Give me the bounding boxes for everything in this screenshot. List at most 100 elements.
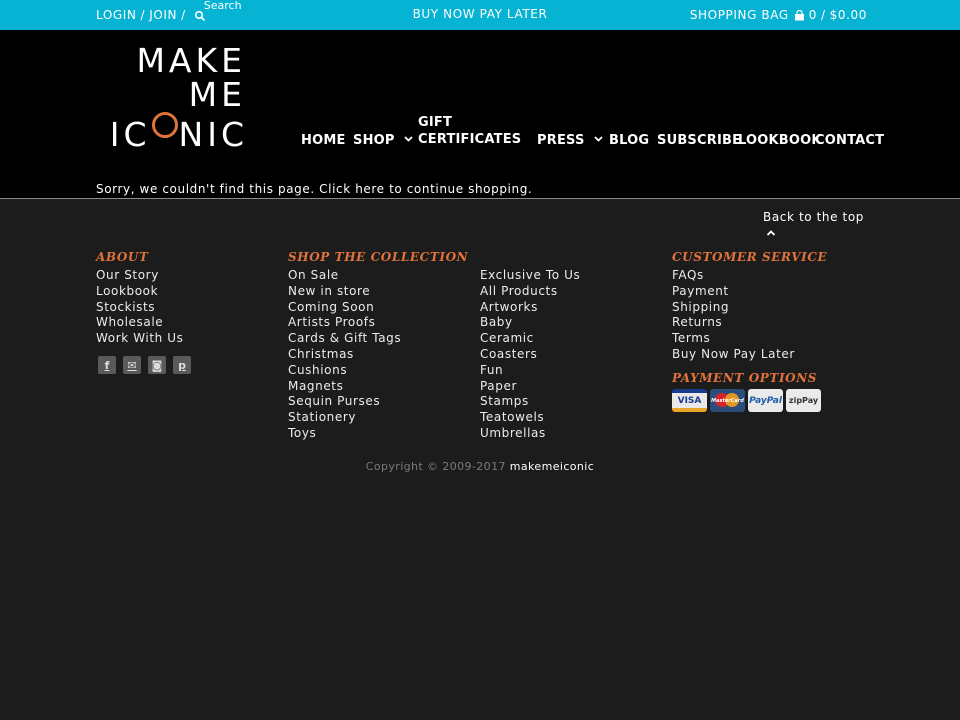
shop-collection-link[interactable]: Christmas [288, 347, 354, 361]
shop-collection-link[interactable]: Exclusive To Us [480, 268, 580, 282]
shop-collection-link[interactable]: On Sale [288, 268, 339, 282]
mastercard-icon: MasterCard [710, 389, 745, 412]
shop-collection-link[interactable]: Cushions [288, 363, 347, 377]
list-item: Sequin Purses [288, 392, 401, 408]
customer-service-link[interactable]: Terms [672, 331, 710, 345]
visa-card-icon: VISA [672, 389, 707, 412]
mastercard-label: MasterCard [711, 397, 744, 404]
shop-collection-link[interactable]: Teatowels [480, 410, 544, 424]
shop-collection-link[interactable]: Stationery [288, 410, 356, 424]
nav-home[interactable]: HOME [301, 132, 346, 149]
nav-gift-certificates[interactable]: GIFT CERTIFICATES [418, 114, 521, 148]
not-found-text-after: to continue shopping. [384, 182, 533, 196]
chevron-down-icon [404, 136, 413, 142]
main-nav: HOME SHOP GIFT CERTIFICATES PRESS BLOG S… [0, 30, 960, 198]
bag-icon[interactable] [794, 9, 805, 21]
email-icon[interactable]: ✉ [123, 356, 141, 374]
shop-collection-link[interactable]: New in store [288, 284, 370, 298]
nav-gift-line-1: GIFT [418, 115, 453, 130]
shop-links-col-1: On Sale New in store Coming Soon Artists Pr… [288, 266, 401, 440]
chevron-up-icon[interactable] [766, 229, 776, 237]
shop-collection-link[interactable]: Cards & Gift Tags [288, 331, 401, 345]
shop-collection-link[interactable]: Stamps [480, 394, 529, 408]
payment-options: VISA MasterCard PayPal zipPay [672, 389, 821, 412]
about-heading: ABOUT [96, 250, 149, 264]
list-item: Artists Proofs [288, 313, 401, 329]
list-item: Stockists [96, 298, 184, 314]
shop-collection-link[interactable]: Coasters [480, 347, 537, 361]
shop-collection-link[interactable]: Umbrellas [480, 426, 546, 440]
shop-collection-link[interactable]: All Products [480, 284, 558, 298]
list-item: Umbrellas [480, 424, 580, 440]
shop-collection-link[interactable]: Magnets [288, 379, 343, 393]
separator: / [820, 8, 826, 22]
list-item: Teatowels [480, 408, 580, 424]
shop-collection-link[interactable]: Sequin Purses [288, 394, 380, 408]
shop-collection-link[interactable]: Artworks [480, 300, 538, 314]
shop-collection-link[interactable]: Ceramic [480, 331, 534, 345]
shop-collection-link[interactable]: Baby [480, 315, 513, 329]
nav-lookbook[interactable]: LOOKBOOK [738, 132, 822, 149]
shopping-bag-link[interactable]: SHOPPING BAG [690, 8, 789, 22]
list-item: Lookbook [96, 282, 184, 298]
list-item: Shipping [672, 298, 795, 314]
nav-shop-label: SHOP [353, 133, 395, 148]
zippay-icon: zipPay [786, 389, 821, 412]
shop-collection-link[interactable]: Coming Soon [288, 300, 374, 314]
not-found-text-before: Sorry, we couldn't find this page. Click [96, 182, 356, 196]
nav-blog[interactable]: BLOG [609, 132, 649, 149]
nav-press-label: PRESS [537, 133, 585, 148]
about-link[interactable]: Our Story [96, 268, 159, 282]
back-to-top-link[interactable]: Back to the top [763, 210, 864, 224]
social-links: f ✉ ◙ p [98, 356, 191, 374]
about-link[interactable]: Lookbook [96, 284, 158, 298]
nav-gift-line-2: CERTIFICATES [418, 132, 522, 147]
list-item: Our Story [96, 266, 184, 282]
customer-service-link[interactable]: Buy Now Pay Later [672, 347, 795, 361]
shopping-bag: SHOPPING BAG 0 / $0.00 [690, 8, 867, 22]
list-item: New in store [288, 282, 401, 298]
about-links: Our Story Lookbook Stockists Wholesale Work … [96, 266, 184, 345]
customer-service-link[interactable]: Returns [672, 315, 722, 329]
continue-shopping-link[interactable]: here [355, 182, 384, 196]
list-item: Wholesale [96, 313, 184, 329]
nav-shop[interactable]: SHOP [353, 132, 413, 149]
paypal-icon: PayPal [748, 389, 783, 412]
list-item: Artworks [480, 298, 580, 314]
shop-collection-link[interactable]: Toys [288, 426, 316, 440]
shop-links-col-2: Exclusive To Us All Products Artworks Baby C… [480, 266, 580, 440]
instagram-icon[interactable]: ◙ [148, 356, 166, 374]
customer-service-link[interactable]: Shipping [672, 300, 729, 314]
facebook-icon[interactable]: f [98, 356, 116, 374]
top-bar: LOGIN / JOIN / BUY NOW PAY LATER SHOPPIN… [0, 0, 960, 30]
list-item: All Products [480, 282, 580, 298]
buy-now-pay-later-link[interactable]: BUY NOW PAY LATER [413, 7, 548, 21]
pinterest-icon[interactable]: p [173, 356, 191, 374]
shop-collection-link[interactable]: Paper [480, 379, 517, 393]
shop-collection-heading: SHOP THE COLLECTION [288, 250, 469, 264]
nav-press[interactable]: PRESS [537, 132, 603, 149]
list-item: On Sale [288, 266, 401, 282]
nav-subscribe[interactable]: SUBSCRIBE [657, 132, 741, 149]
customer-service-link[interactable]: FAQs [672, 268, 704, 282]
copyright-text: Copyright © 2009-2017 [365, 460, 506, 473]
list-item: Cushions [288, 361, 401, 377]
list-item: Paper [480, 377, 580, 393]
about-link[interactable]: Wholesale [96, 315, 163, 329]
list-item: Terms [672, 329, 795, 345]
customer-service-heading: CUSTOMER SERVICE [672, 250, 828, 264]
divider [0, 198, 960, 199]
about-link[interactable]: Work With Us [96, 331, 184, 345]
not-found-message: Sorry, we couldn't find this page. Click… [96, 182, 532, 196]
shop-collection-link[interactable]: Fun [480, 363, 503, 377]
list-item: Toys [288, 424, 401, 440]
list-item: Stamps [480, 392, 580, 408]
customer-service-link[interactable]: Payment [672, 284, 729, 298]
brand-link[interactable]: makemeiconic [510, 460, 594, 473]
list-item: Coasters [480, 345, 580, 361]
about-link[interactable]: Stockists [96, 300, 155, 314]
shop-collection-link[interactable]: Artists Proofs [288, 315, 375, 329]
chevron-down-icon [594, 136, 603, 142]
list-item: Magnets [288, 377, 401, 393]
nav-contact[interactable]: CONTACT [815, 132, 884, 149]
